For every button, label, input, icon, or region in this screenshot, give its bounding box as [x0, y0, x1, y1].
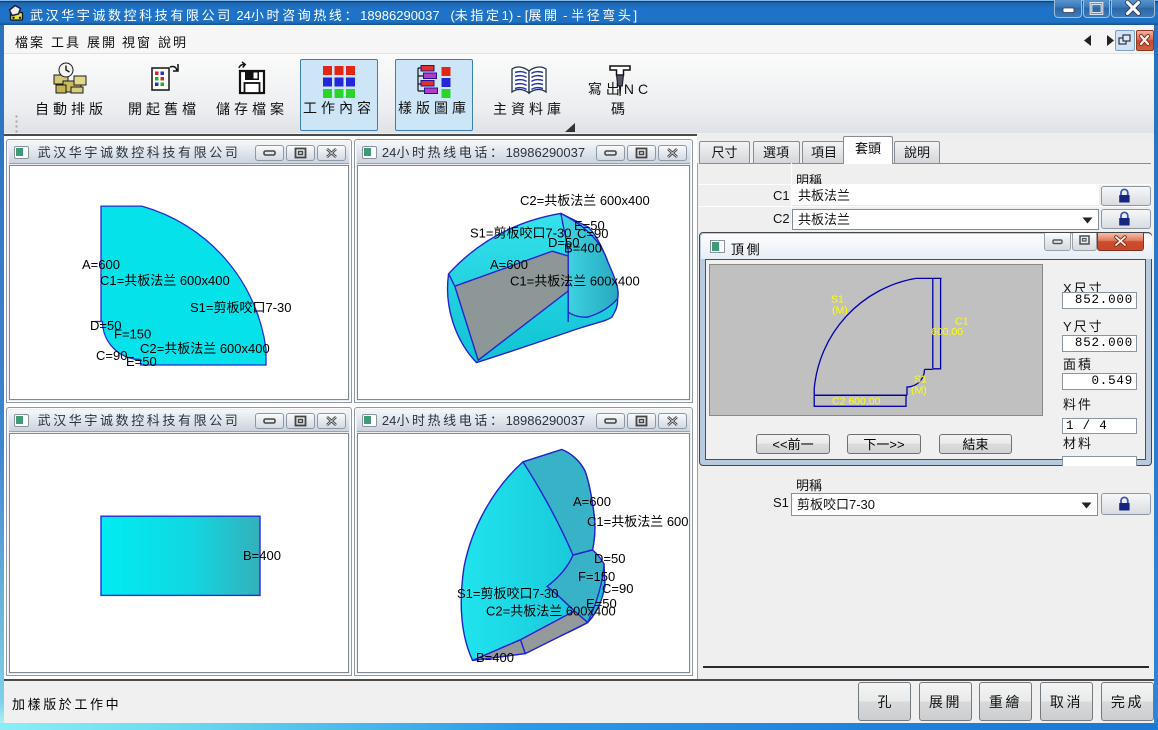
svg-text:(M): (M)	[911, 385, 927, 397]
svg-text:D=50: D=50	[594, 551, 625, 566]
svg-text:600.00: 600.00	[931, 326, 963, 338]
svg-text:C=90: C=90	[577, 226, 608, 241]
svg-text:C1=共板法兰 600x400: C1=共板法兰 600x400	[510, 274, 640, 289]
svg-text:C2=共板法兰 600x400: C2=共板法兰 600x400	[520, 193, 650, 208]
svg-text:B=400: B=400	[564, 241, 602, 256]
svg-text:A=600: A=600	[490, 257, 528, 272]
svg-text:(M): (M)	[832, 305, 848, 317]
svg-text:E=50: E=50	[126, 354, 157, 369]
svg-text:B=400: B=400	[476, 650, 514, 665]
svg-text:C=90: C=90	[96, 348, 127, 363]
svg-text:S1=剪板咬口7-30: S1=剪板咬口7-30	[457, 586, 559, 601]
svg-text:A=600: A=600	[82, 257, 120, 272]
svg-text:B=400: B=400	[243, 548, 281, 563]
svg-text:F=150: F=150	[114, 327, 151, 342]
svg-text:C2 600.00: C2 600.00	[832, 396, 881, 408]
svg-text:C1=共板法兰 600x400: C1=共板法兰 600x400	[587, 514, 689, 529]
svg-text:C2=共板法兰 600x400: C2=共板法兰 600x400	[486, 604, 616, 619]
svg-text:S1=剪板咬口7-30: S1=剪板咬口7-30	[190, 300, 292, 315]
svg-text:C2=共板法兰 600x400: C2=共板法兰 600x400	[140, 341, 270, 356]
svg-text:C1=共板法兰 600x400: C1=共板法兰 600x400	[100, 273, 230, 288]
svg-text:A=600: A=600	[573, 494, 611, 509]
svg-text:C=90: C=90	[602, 581, 633, 596]
